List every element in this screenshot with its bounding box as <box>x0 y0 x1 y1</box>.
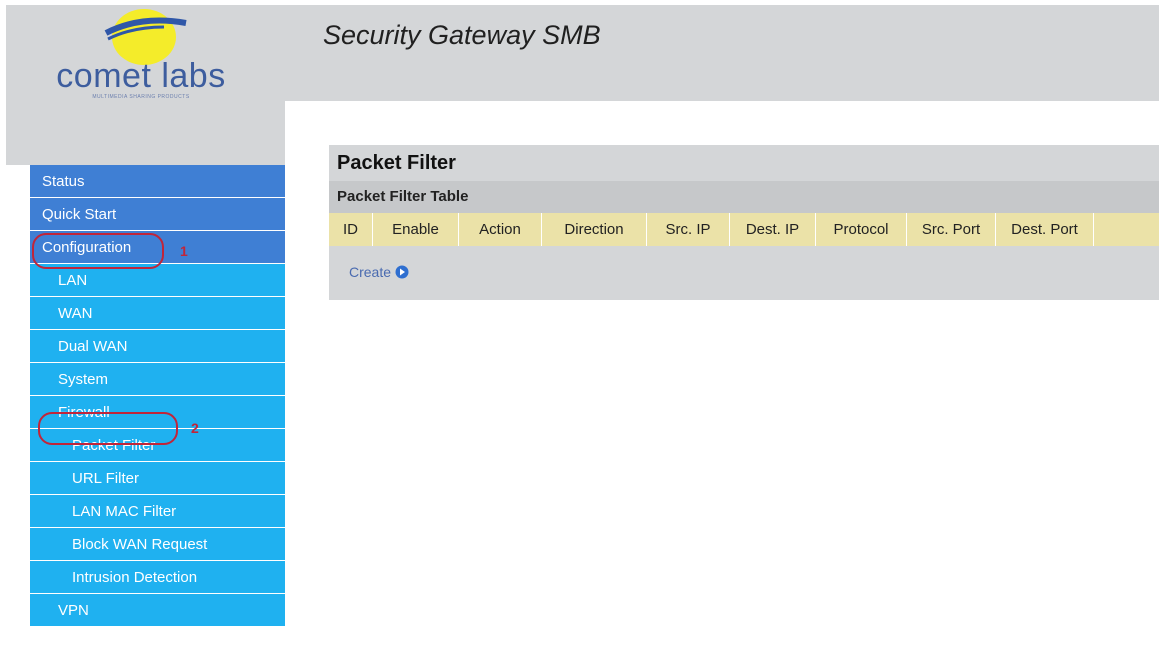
sidebar-header-band <box>6 101 285 165</box>
brand-tagline: MULTIMEDIA SHARING PRODUCTS <box>92 94 190 100</box>
sidebar-item-url-filter[interactable]: URL Filter <box>30 462 285 495</box>
sidebar-item-label: Block WAN Request <box>72 536 208 553</box>
sidebar-item-label: Intrusion Detection <box>72 569 198 586</box>
column-header-direction: Direction <box>542 213 647 246</box>
sidebar-item-block-wan-request[interactable]: Block WAN Request <box>30 528 285 561</box>
sidebar-item-label: Configuration <box>42 239 132 256</box>
comet-logo-icon <box>104 9 187 65</box>
create-button[interactable]: Create <box>349 264 409 280</box>
sidebar-item-label: URL Filter <box>72 470 139 487</box>
comet-logo: comet labs MULTIMEDIA SHARING PRODUCTS <box>36 5 246 101</box>
sidebar-item-label: Firewall <box>58 404 110 421</box>
sidebar-item-vpn[interactable]: VPN <box>30 594 285 627</box>
sidebar-item-label: System <box>58 371 109 388</box>
column-header-protocol: Protocol <box>816 213 907 246</box>
arrow-right-circle-icon <box>395 265 409 279</box>
column-header-src-ip: Src. IP <box>647 213 730 246</box>
main-content: Packet Filter Packet Filter Table ID Ena… <box>329 145 1159 300</box>
sidebar-item-packet-filter[interactable]: Packet Filter <box>30 429 285 462</box>
sidebar-item-lan[interactable]: LAN <box>30 264 285 297</box>
column-header-dest-ip: Dest. IP <box>730 213 816 246</box>
sidebar-item-system[interactable]: System <box>30 363 285 396</box>
sidebar-item-lan-mac-filter[interactable]: LAN MAC Filter <box>30 495 285 528</box>
sidebar-item-dual-wan[interactable]: Dual WAN <box>30 330 285 363</box>
app-title: Security Gateway SMB <box>323 20 601 50</box>
sidebar-item-intrusion-detection[interactable]: Intrusion Detection <box>30 561 285 594</box>
column-header-src-port: Src. Port <box>907 213 996 246</box>
create-area: Create <box>329 246 1159 300</box>
sidebar-item-quick-start[interactable]: Quick Start <box>30 198 285 231</box>
sidebar-item-label: Dual WAN <box>58 338 128 355</box>
column-header-dest-port: Dest. Port <box>996 213 1094 246</box>
sidebar-item-label: VPN <box>58 602 89 619</box>
sidebar-item-label: Status <box>42 173 85 190</box>
sidebar-item-status[interactable]: Status <box>30 165 285 198</box>
table-title: Packet Filter Table <box>329 181 1159 213</box>
sidebar-item-label: Packet Filter <box>72 437 156 454</box>
page: comet labs MULTIMEDIA SHARING PRODUCTS S… <box>0 0 1159 656</box>
table-header-row: ID Enable Action Direction Src. IP Dest.… <box>329 213 1159 246</box>
column-header-id: ID <box>329 213 373 246</box>
sidebar-nav: Status Quick Start Configuration LAN WAN… <box>30 165 285 656</box>
brand-name: comet labs <box>56 57 226 95</box>
sidebar-item-label: Quick Start <box>42 206 117 223</box>
annotation-number-2: 2 <box>191 420 199 436</box>
column-header-enable: Enable <box>373 213 459 246</box>
sidebar-item-configuration[interactable]: Configuration <box>30 231 285 264</box>
sidebar-item-firewall[interactable]: Firewall <box>30 396 285 429</box>
annotation-number-1: 1 <box>180 243 188 259</box>
sidebar-item-label: WAN <box>58 305 93 322</box>
page-title: Packet Filter <box>329 145 1159 181</box>
column-header-action: Action <box>459 213 542 246</box>
sidebar-item-label: LAN MAC Filter <box>72 503 177 520</box>
sidebar-item-wan[interactable]: WAN <box>30 297 285 330</box>
create-label: Create <box>349 264 392 280</box>
sidebar-item-label: LAN <box>58 272 88 289</box>
column-header-extra <box>1094 213 1159 246</box>
